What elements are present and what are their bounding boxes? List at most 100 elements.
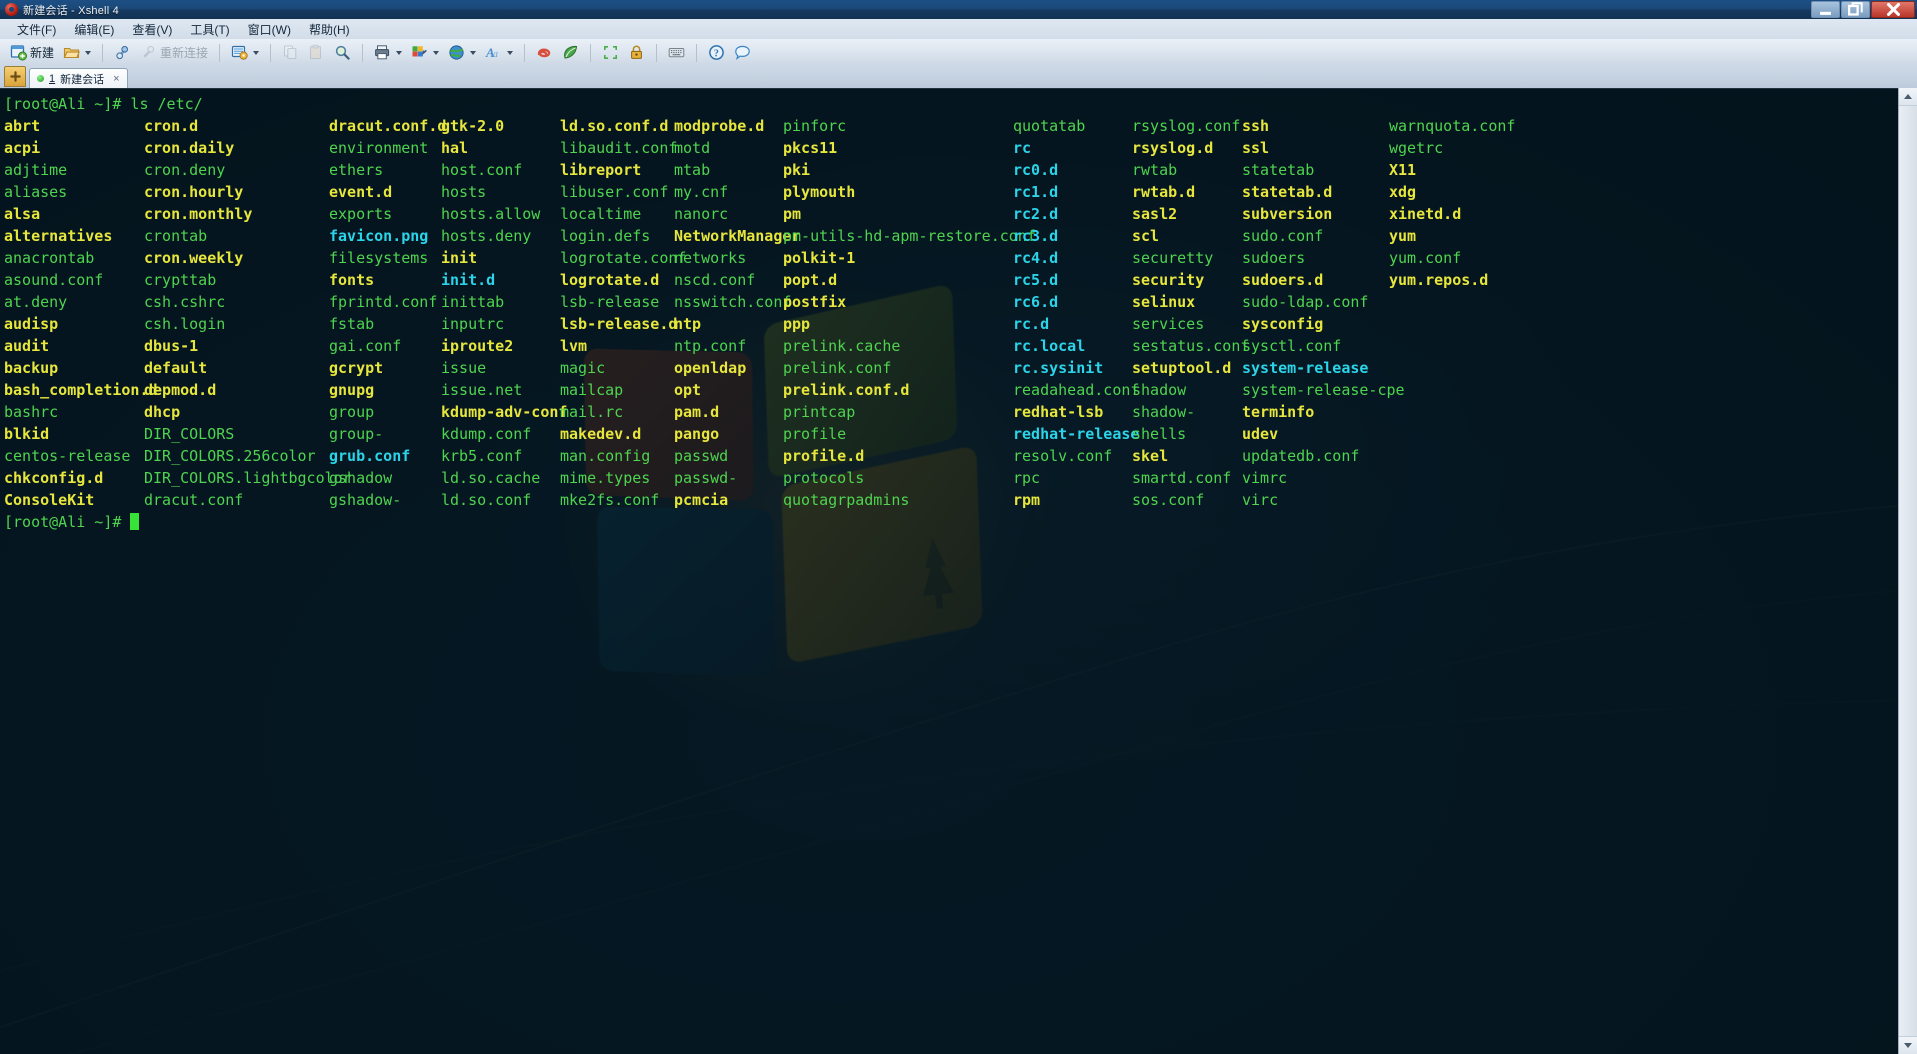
- session-manager-button[interactable]: [228, 42, 262, 64]
- lock-icon: [628, 44, 645, 61]
- tab-close-icon[interactable]: ×: [113, 73, 119, 85]
- print-icon: [374, 44, 391, 61]
- terminal-entry: cron.deny: [144, 161, 226, 179]
- encoding-button[interactable]: [445, 42, 479, 64]
- terminal-entry: exports: [329, 205, 393, 223]
- fullscreen-button[interactable]: [599, 42, 622, 64]
- terminal-entry: udev: [1242, 425, 1279, 443]
- terminal-line: backup default gcrypt issue magic openldap pre…: [4, 357, 1899, 379]
- terminal-entry: rc.local: [1013, 337, 1086, 355]
- svg-text:?: ?: [714, 48, 719, 59]
- connect-icon: [114, 44, 131, 61]
- terminal-entry: rc4.d: [1013, 249, 1059, 267]
- scroll-down-icon[interactable]: [1899, 1036, 1917, 1054]
- terminal-entry: openldap: [674, 359, 747, 377]
- new-session-button[interactable]: 新建: [7, 42, 57, 64]
- reconnect-label: 重新连接: [160, 46, 209, 60]
- copy-button[interactable]: [279, 42, 302, 64]
- terminal-entry: rc3.d: [1013, 227, 1059, 245]
- font-button[interactable]: A a: [482, 42, 516, 64]
- terminal-entry: sos.conf: [1132, 491, 1205, 509]
- terminal-prompt: [root@Ali ~]#: [4, 513, 131, 531]
- add-tab-icon[interactable]: [4, 66, 26, 87]
- xlpd-button[interactable]: [559, 42, 582, 64]
- open-session-dropdown-caret[interactable]: [85, 50, 92, 55]
- fullscreen-icon: [602, 44, 619, 61]
- connect-button[interactable]: [111, 42, 134, 64]
- open-session-button[interactable]: [60, 42, 94, 64]
- terminal-entry: localtime: [560, 205, 642, 223]
- terminal-entry: polkit-1: [783, 249, 856, 267]
- menu-help[interactable]: 帮助(H): [300, 19, 359, 40]
- terminal-entry: audisp: [4, 315, 59, 333]
- menu-tools[interactable]: 工具(T): [181, 19, 238, 40]
- terminal-entry: scl: [1132, 227, 1160, 245]
- lock-button[interactable]: [625, 42, 648, 64]
- terminal-entry: networks: [674, 249, 747, 267]
- terminal-entry: X11: [1389, 161, 1417, 179]
- terminal-entry: pcmcia: [674, 491, 729, 509]
- terminal-entry: logrotate.conf: [560, 249, 687, 267]
- terminal-entry: filesystems: [329, 249, 429, 267]
- terminal-entry: shadow-: [1132, 403, 1196, 421]
- terminal-entry: yum.repos.d: [1389, 271, 1489, 289]
- tab-session-1[interactable]: 1 新建会话 ×: [29, 68, 128, 88]
- terminal-entry: rc.sysinit: [1013, 359, 1104, 377]
- terminal-entry: ld.so.conf: [441, 491, 532, 509]
- menu-view[interactable]: 查看(V): [123, 19, 181, 40]
- color-scheme-dropdown-caret[interactable]: [433, 50, 440, 55]
- print-button[interactable]: [371, 42, 405, 64]
- terminal-entry: ssh: [1242, 117, 1270, 135]
- menu-edit[interactable]: 编辑(E): [65, 19, 123, 40]
- font-dropdown-caret[interactable]: [507, 50, 514, 55]
- terminal-entry: gshadow: [329, 469, 393, 487]
- maximize-button[interactable]: [1841, 1, 1870, 18]
- tab-label: 新建会话: [60, 73, 105, 86]
- keyboard-icon: [668, 44, 685, 61]
- terminal-entry: prelink.cache: [783, 337, 901, 355]
- terminal-entry: virc: [1242, 491, 1279, 509]
- terminal-entry: plymouth: [783, 183, 856, 201]
- terminal-entry: magic: [560, 359, 606, 377]
- paste-button[interactable]: [305, 42, 328, 64]
- close-button[interactable]: [1871, 1, 1915, 18]
- terminal-entry: vimrc: [1242, 469, 1288, 487]
- find-button[interactable]: [331, 42, 354, 64]
- terminal-command-line: [root@Ali ~]# ls /etc/: [4, 95, 203, 113]
- terminal-entry: warnquota.conf: [1389, 117, 1516, 135]
- terminal-entry: krb5.conf: [441, 447, 523, 465]
- terminal-entry: audit: [4, 337, 50, 355]
- terminal-entry: lvm: [560, 337, 588, 355]
- terminal-entry: pango: [674, 425, 720, 443]
- keyboard-button[interactable]: [665, 42, 688, 64]
- help-button[interactable]: ?: [705, 42, 728, 64]
- terminal-entry: rc.d: [1013, 315, 1050, 333]
- menu-window[interactable]: 窗口(W): [239, 19, 300, 40]
- terminal-scrollbar[interactable]: [1898, 88, 1917, 1054]
- encoding-dropdown-caret[interactable]: [470, 50, 477, 55]
- terminal-output[interactable]: [root@Ali ~]# ls /etc/abrt cron.d dracut.c…: [0, 88, 1899, 1054]
- xlpd-icon: [562, 44, 579, 61]
- terminal-entry: fprintd.conf: [329, 293, 438, 311]
- terminal-entry: fonts: [329, 271, 375, 289]
- scroll-up-icon[interactable]: [1899, 88, 1917, 106]
- terminal-entry: rwtab.d: [1132, 183, 1196, 201]
- terminal-entry: setuptool.d: [1132, 359, 1232, 377]
- terminal-entry: subversion: [1242, 205, 1333, 223]
- terminal-line: adjtime cron.deny ethers host.conf libreport…: [4, 159, 1899, 181]
- xftp-button[interactable]: [533, 42, 556, 64]
- session-manager-dropdown-caret[interactable]: [253, 50, 260, 55]
- chat-button[interactable]: [731, 42, 754, 64]
- title-bar: 新建会话 - Xshell 4: [0, 0, 1917, 20]
- disconnect-button[interactable]: 重新连接: [137, 42, 211, 64]
- menu-file[interactable]: 文件(F): [8, 19, 65, 40]
- terminal-entry: chkconfig.d: [4, 469, 104, 487]
- terminal-entry: libreport: [560, 161, 642, 179]
- terminal-entry: dbus-1: [144, 337, 199, 355]
- terminal-entry: shadow: [1132, 381, 1187, 399]
- print-dropdown-caret[interactable]: [396, 50, 403, 55]
- terminal-entry: redhat-release: [1013, 425, 1140, 443]
- terminal-entry: ntp: [674, 315, 702, 333]
- color-scheme-button[interactable]: [408, 42, 442, 64]
- minimize-button[interactable]: [1811, 1, 1840, 18]
